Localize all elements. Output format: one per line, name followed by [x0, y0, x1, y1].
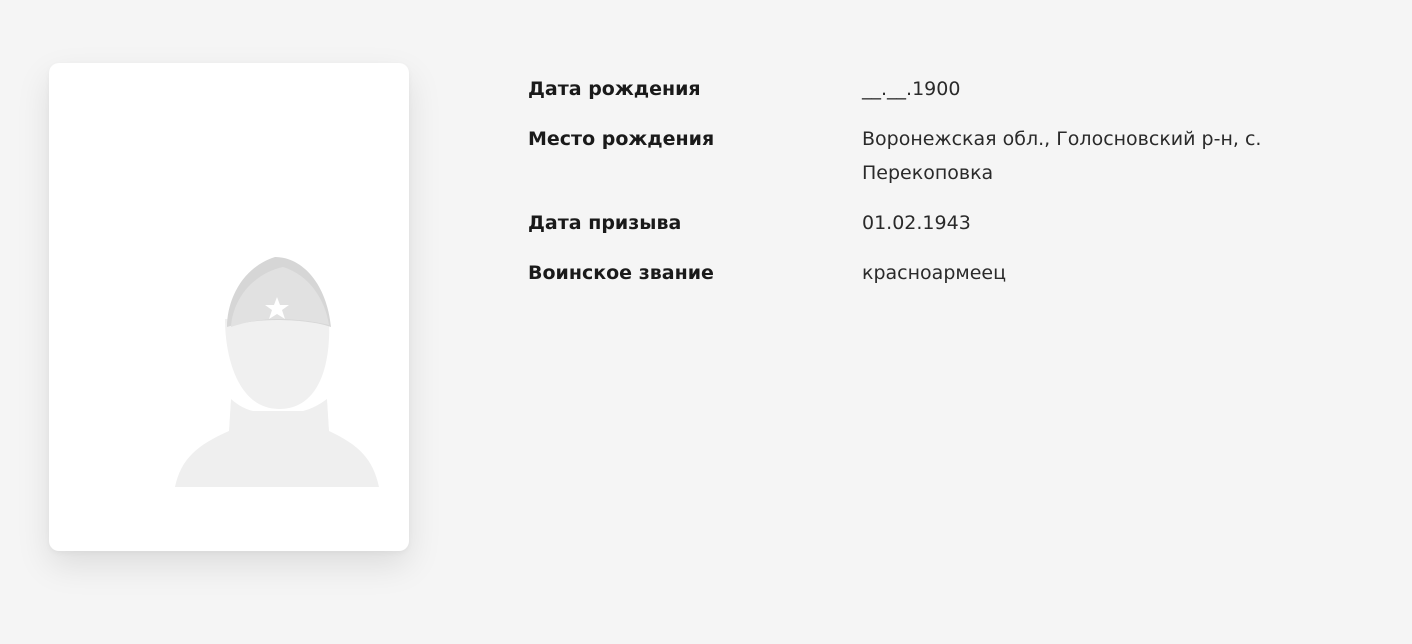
conscription-date-value: 01.02.1943 — [862, 212, 971, 234]
military-rank-row: Воинское звание красноармеец — [528, 256, 1388, 290]
military-rank-value: красноармеец — [862, 262, 1007, 284]
soldier-silhouette-icon — [175, 257, 379, 487]
personal-info: Дата рождения __.__.1900 Место рождения … — [528, 72, 1388, 306]
photo-card — [49, 63, 409, 551]
conscription-date-row: Дата призыва 01.02.1943 — [528, 206, 1388, 240]
birth-date-row: Дата рождения __.__.1900 — [528, 72, 1388, 106]
birth-place-value: Воронежская обл., Голосновский р-н, с. П… — [862, 128, 1262, 184]
birth-place-row: Место рождения Воронежская обл., Голосно… — [528, 122, 1388, 190]
birth-date-label: Дата рождения — [528, 78, 701, 100]
military-rank-label: Воинское звание — [528, 262, 714, 284]
conscription-date-label: Дата призыва — [528, 212, 682, 234]
birth-date-value: __.__.1900 — [862, 78, 961, 100]
birth-place-label: Место рождения — [528, 128, 715, 150]
